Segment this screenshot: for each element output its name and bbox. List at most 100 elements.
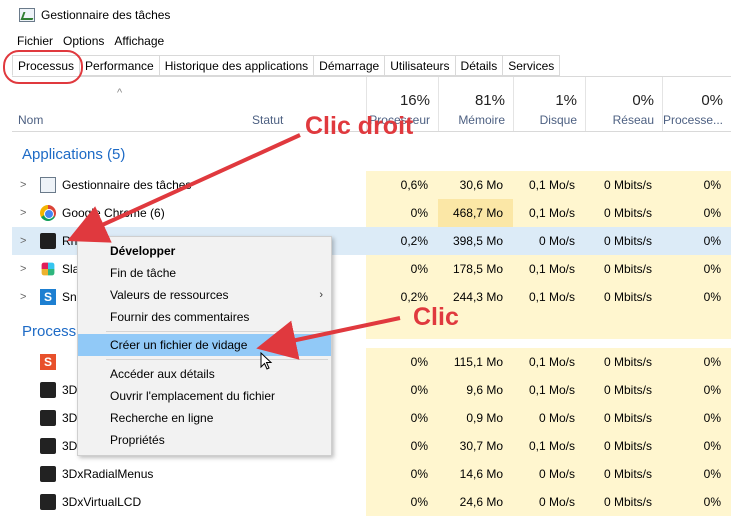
cell-memoire: 30,6 Mo xyxy=(438,171,513,199)
table-row[interactable]: 3DxRadialMenus 0% 14,6 Mo 0 Mo/s 0 Mbits… xyxy=(12,460,731,488)
menu-bar: Fichier Options Affichage xyxy=(0,30,174,52)
cell-disque: 0 Mo/s xyxy=(538,234,575,248)
cell-reseau: 0 Mbits/s xyxy=(585,460,662,488)
cell-reseau: 0 Mbits/s xyxy=(585,171,662,199)
cell-gpu: 0% xyxy=(662,171,731,199)
cell-memoire: 9,6 Mo xyxy=(438,376,513,404)
tab-historique[interactable]: Historique des applications xyxy=(159,55,315,76)
expand-chevron-icon[interactable]: > xyxy=(20,171,26,199)
tab-services[interactable]: Services xyxy=(503,55,561,76)
expand-chevron-icon[interactable]: > xyxy=(20,199,26,227)
menu-affichage[interactable]: Affichage xyxy=(114,34,164,48)
cell-gpu: 0% xyxy=(662,376,731,404)
cell-disque: 0 Mo/s xyxy=(513,404,585,432)
title-bar: Gestionnaire des tâches xyxy=(0,0,731,30)
menu-item-ouvrir-emplacement[interactable]: Ouvrir l'emplacement du fichier xyxy=(78,385,331,407)
cell-gpu: 0% xyxy=(662,199,731,227)
cell-filler xyxy=(585,311,662,339)
row-name: Sn xyxy=(62,290,77,304)
cell-memoire: 0,9 Mo xyxy=(438,404,513,432)
3dconnexion-icon xyxy=(40,466,56,482)
context-menu: Développer Fin de tâche Valeurs de resso… xyxy=(77,236,332,456)
menu-item-label: Valeurs de ressources xyxy=(110,288,229,302)
task-manager-icon xyxy=(19,8,35,22)
3dconnexion-icon xyxy=(40,382,56,398)
cell-processeur: 0% xyxy=(366,376,438,404)
cell-memoire: 178,5 Mo xyxy=(438,255,513,283)
cell-processeur: 0% xyxy=(366,404,438,432)
cell-processeur: 0% xyxy=(366,255,438,283)
header-reseau[interactable]: 0% Réseau xyxy=(585,77,662,131)
cell-gpu: 0% xyxy=(662,283,731,311)
menu-item-creer-fichier-vidage[interactable]: Créer un fichier de vidage xyxy=(78,334,331,356)
cell-reseau: 0 Mbits/s xyxy=(585,404,662,432)
table-row[interactable]: > Gestionnaire des tâches 0,6% 30,6 Mo 0… xyxy=(12,171,731,199)
cell-memoire: 30,7 Mo xyxy=(438,432,513,460)
group-processus[interactable]: Process xyxy=(22,323,76,340)
header-gpu-pct: 0% xyxy=(701,92,723,109)
cell-memoire: 115,1 Mo xyxy=(438,348,513,376)
cell-processeur: 0% xyxy=(366,348,438,376)
menu-fichier[interactable]: Fichier xyxy=(17,34,53,48)
tab-demarrage[interactable]: Démarrage xyxy=(314,55,386,76)
callout-clic-droit: Clic droit xyxy=(305,112,414,140)
cell-filler xyxy=(513,311,585,339)
menu-item-fin-de-tache[interactable]: Fin de tâche xyxy=(78,262,331,284)
row-name: 3DxRadialMenus xyxy=(62,467,154,481)
cell-reseau: 0 Mbits/s xyxy=(585,488,662,516)
row-name: 3DxVirtualLCD xyxy=(62,495,142,509)
menu-item-valeurs-ressources[interactable]: Valeurs de ressources › xyxy=(78,284,331,306)
header-memoire[interactable]: 81% Mémoire xyxy=(438,77,513,131)
expand-chevron-icon[interactable]: > xyxy=(20,255,26,283)
menu-item-fournir-commentaires[interactable]: Fournir des commentaires xyxy=(78,306,331,328)
header-gpu-label: Processe... xyxy=(662,113,723,127)
cell-filler xyxy=(662,311,731,339)
cell-reseau: 0 Mbits/s xyxy=(585,376,662,404)
tab-performance[interactable]: Performance xyxy=(80,55,160,76)
cell-gpu: 0% xyxy=(662,432,731,460)
cell-gpu: 0% xyxy=(662,460,731,488)
cell-reseau: 0 Mbits/s xyxy=(585,283,662,311)
cell-processeur: 0% xyxy=(366,199,438,227)
table-row[interactable]: 3DxVirtualLCD 0% 24,6 Mo 0 Mo/s 0 Mbits/… xyxy=(12,488,731,516)
menu-item-proprietes[interactable]: Propriétés xyxy=(78,429,331,451)
cell-gpu: 0% xyxy=(662,488,731,516)
header-gpu[interactable]: 0% Processe... xyxy=(662,77,731,131)
3dconnexion-icon xyxy=(40,494,56,510)
header-reseau-pct: 0% xyxy=(632,92,654,109)
menu-item-recherche-en-ligne[interactable]: Recherche en ligne xyxy=(78,407,331,429)
cell-memoire: 24,6 Mo xyxy=(438,488,513,516)
header-name[interactable]: Nom xyxy=(18,113,43,127)
table-row[interactable]: > Google Chrome (6) 0% 468,7 Mo 0,1 Mo/s… xyxy=(12,199,731,227)
cell-disque: 0,1 Mo/s xyxy=(513,432,585,460)
tab-details[interactable]: Détails xyxy=(455,55,504,76)
header-disque-pct: 1% xyxy=(555,92,577,109)
tab-utilisateurs[interactable]: Utilisateurs xyxy=(385,55,456,76)
cell-processeur: 0% xyxy=(366,488,438,516)
menu-item-developper[interactable]: Développer xyxy=(78,240,331,262)
group-applications[interactable]: Applications (5) xyxy=(22,146,125,163)
cell-disque: 0 Mo/s xyxy=(513,460,585,488)
cell-reseau: 0 Mbits/s xyxy=(603,234,652,248)
menu-item-acceder-details[interactable]: Accéder aux détails xyxy=(78,363,331,385)
cell-gpu: 0% xyxy=(703,234,721,248)
sort-up-icon[interactable]: ^ xyxy=(117,87,122,99)
cell-processeur: 0% xyxy=(366,432,438,460)
task-manager-icon xyxy=(40,177,56,193)
cell-processeur: 0% xyxy=(366,460,438,488)
header-status[interactable]: Statut xyxy=(252,113,283,127)
cell-disque: 0,1 Mo/s xyxy=(513,283,585,311)
header-disque[interactable]: 1% Disque xyxy=(513,77,585,131)
snagit-red-icon: S xyxy=(40,354,56,370)
cell-memoire: 398,5 Mo xyxy=(452,234,503,248)
expand-chevron-icon[interactable]: > xyxy=(20,227,26,255)
cell-disque: 0,1 Mo/s xyxy=(513,348,585,376)
cell-disque: 0,1 Mo/s xyxy=(513,376,585,404)
menu-options[interactable]: Options xyxy=(63,34,104,48)
expand-chevron-icon[interactable]: > xyxy=(20,283,26,311)
cell-memoire: 468,7 Mo xyxy=(438,199,513,227)
chrome-icon xyxy=(40,205,56,221)
header-memoire-label: Mémoire xyxy=(458,113,505,127)
header-memoire-pct: 81% xyxy=(474,92,505,109)
row-name: Google Chrome (6) xyxy=(62,206,165,220)
